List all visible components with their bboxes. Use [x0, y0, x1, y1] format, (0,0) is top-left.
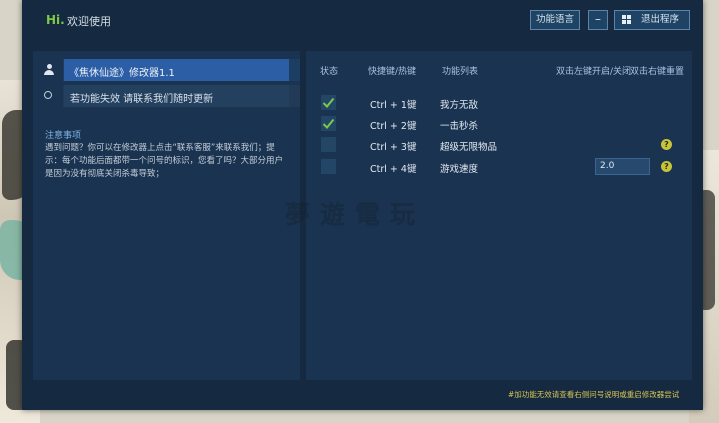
- footer-note: #加功能无效请查看右侧问号说明或重启修改器尝试: [508, 390, 680, 399]
- header-hotkey: 快捷键/热键: [368, 67, 417, 77]
- checkmark-icon: [322, 97, 335, 108]
- hotkey-label: Ctrl + 2键: [370, 121, 417, 132]
- feedback-link: 若功能失效 请联系我们随时更新: [70, 94, 214, 105]
- help-icon[interactable]: ?: [661, 161, 672, 172]
- header-function-list: 功能列表: [442, 67, 479, 77]
- title-bar[interactable]: Hi. 欢迎使用 功能语言 – 退出程序: [22, 0, 703, 44]
- user-icon-box: [33, 59, 63, 81]
- status-checkbox[interactable]: [321, 159, 336, 174]
- user-icon: [44, 64, 54, 76]
- feature-name: 一击秒杀: [440, 121, 479, 132]
- feature-name: 游戏速度: [440, 164, 479, 175]
- speed-value-input[interactable]: 2.0: [595, 158, 650, 175]
- feature-row-invincible[interactable]: Ctrl + 1键 我方无敌: [306, 93, 692, 113]
- feedback-row[interactable]: 若功能失效 请联系我们随时更新: [33, 85, 300, 107]
- notice-text: 遇到问题？你可以在修改器上点击“联系客服”来联系我们；提示：每个功能后面都带一个…: [45, 143, 284, 179]
- hotkey-label: Ctrl + 1键: [370, 100, 417, 111]
- feature-row-game-speed[interactable]: Ctrl + 4键 游戏速度 2.0 ?: [306, 157, 692, 177]
- windows-icon: [622, 15, 632, 25]
- feature-name: 我方无敌: [440, 100, 479, 111]
- left-panel: 《焦休仙途》修改器1.1 若功能失效 请联系我们随时更新 注意事项 遇到问题？你…: [33, 51, 300, 380]
- hotkey-label: Ctrl + 4键: [370, 164, 417, 175]
- exit-button-label: 退出程序: [641, 14, 680, 25]
- status-checkbox[interactable]: [321, 95, 336, 110]
- notice-title: 注意事项: [45, 131, 82, 141]
- hi-label: Hi.: [46, 13, 65, 27]
- welcome-label: 欢迎使用: [67, 15, 111, 28]
- feature-row-infinite-items[interactable]: Ctrl + 3键 超级无限物品 ?: [306, 135, 692, 155]
- feature-row-one-hit-kill[interactable]: Ctrl + 2键 一击秒杀: [306, 114, 692, 134]
- exit-button[interactable]: 退出程序: [614, 10, 690, 30]
- help-icon[interactable]: ?: [661, 139, 672, 150]
- circle-icon: [44, 91, 52, 99]
- header-double-click-toggle: 双击左键开启/关闭: [556, 67, 632, 77]
- checkmark-icon: [322, 118, 335, 129]
- language-button[interactable]: 功能语言: [530, 10, 580, 30]
- header-status: 状态: [320, 67, 339, 77]
- minimize-button[interactable]: –: [588, 10, 608, 30]
- circle-icon-box: [33, 85, 63, 107]
- status-checkbox[interactable]: [321, 116, 336, 131]
- header-right-click-reset: 双击右键重置: [630, 67, 685, 77]
- game-title: 《焦休仙途》修改器1.1: [69, 68, 175, 79]
- hotkey-label: Ctrl + 3键: [370, 142, 417, 153]
- game-title-row[interactable]: 《焦休仙途》修改器1.1: [33, 59, 300, 81]
- feature-name: 超级无限物品: [440, 142, 498, 153]
- watermark: 夢遊電玩: [285, 200, 426, 229]
- status-checkbox[interactable]: [321, 137, 336, 152]
